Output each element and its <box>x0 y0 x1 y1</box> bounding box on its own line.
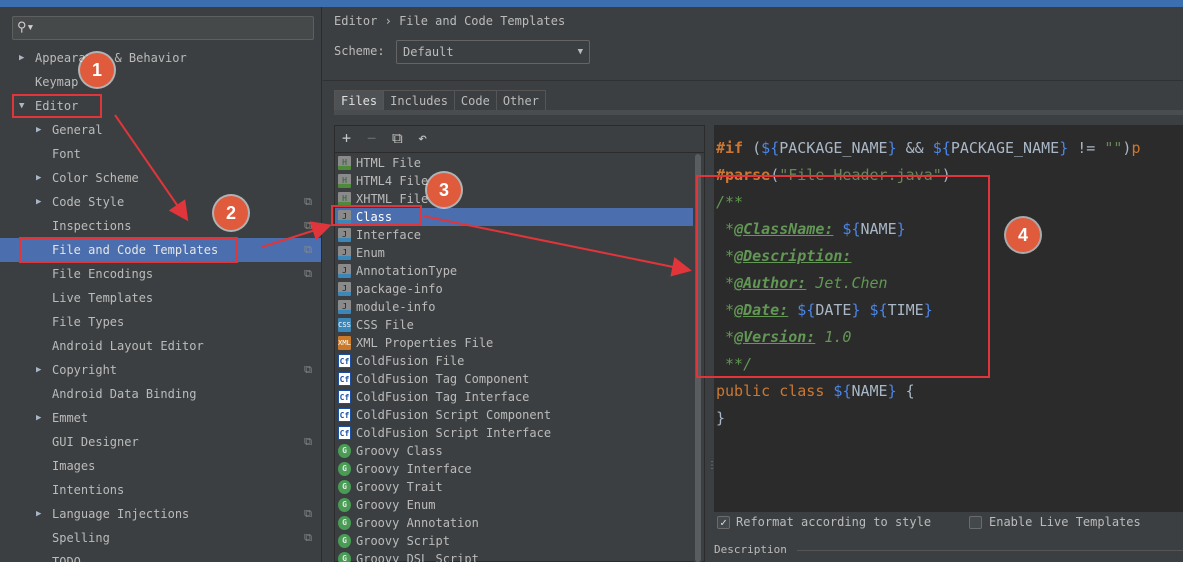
arrow-1 <box>114 114 189 222</box>
callout-1: 1 <box>80 53 114 87</box>
arrow-2 <box>261 221 332 248</box>
annotation-arrows <box>114 114 692 277</box>
callout-4: 4 <box>1006 218 1040 252</box>
callout-2: 2 <box>214 196 248 230</box>
arrow-3 <box>422 215 692 277</box>
callout-3: 3 <box>427 173 461 207</box>
